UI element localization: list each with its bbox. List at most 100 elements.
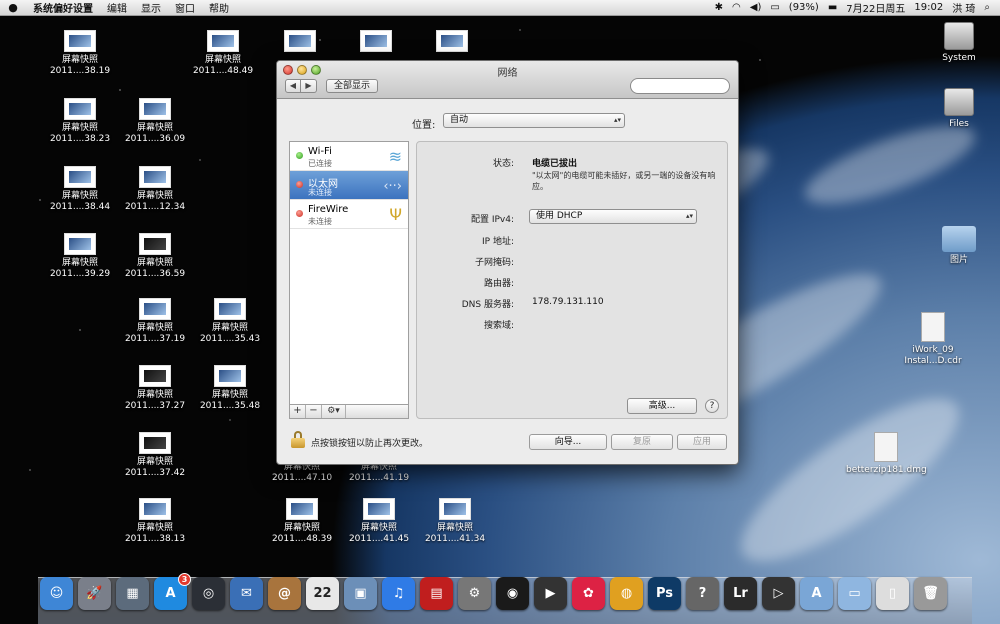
- service-firewire[interactable]: FireWire 未连接 Ψ: [290, 200, 408, 229]
- add-service-button[interactable]: +: [290, 405, 306, 418]
- dock-itunes-icon[interactable]: ♫: [382, 577, 415, 610]
- desktop-file-icon[interactable]: 屏幕快照 2011....37.19: [115, 298, 195, 345]
- menu-app-name[interactable]: 系统偏好设置: [26, 0, 100, 15]
- desktop-file-iwork[interactable]: iWork_09 Instal...D.cdr: [893, 312, 973, 367]
- dock-contacts-icon[interactable]: @: [268, 577, 301, 610]
- desktop-file-icon[interactable]: 屏幕快照 2011....37.27: [115, 365, 195, 412]
- service-name: Wi-Fi: [308, 146, 332, 157]
- desktop-file-icon[interactable]: 屏幕快照 2011....38.19: [40, 30, 120, 77]
- dock-system-preferences-icon[interactable]: ⚙: [458, 577, 491, 610]
- apple-menu-icon[interactable]: ●: [0, 1, 26, 14]
- lock-hint-text: 点按锁按钮以防止再次更改。: [311, 439, 429, 449]
- spotlight-icon[interactable]: ⌕: [984, 2, 990, 13]
- router-label: 路由器:: [483, 279, 514, 289]
- configure-ipv4-value: 使用 DHCP: [536, 211, 583, 221]
- desktop-file-icon[interactable]: [412, 30, 492, 55]
- dock-finder-icon[interactable]: ☺: [40, 577, 73, 610]
- dock-mission-control-icon[interactable]: ▦: [116, 577, 149, 610]
- desktop-file-icon[interactable]: 屏幕快照 2011....38.44: [40, 166, 120, 213]
- menu-date[interactable]: 7月22日周五: [846, 0, 905, 15]
- dock-safari-icon[interactable]: ◎: [192, 577, 225, 610]
- menu-window[interactable]: 窗口: [168, 0, 202, 15]
- desktop-file-icon[interactable]: 屏幕快照 2011....35.43: [190, 298, 270, 345]
- desktop-file-icon[interactable]: [260, 30, 340, 55]
- screenshot-thumbnail-icon: [139, 365, 171, 387]
- dock-documents-folder-icon[interactable]: ▭: [838, 577, 871, 610]
- dock-chrome-icon[interactable]: ◍: [610, 577, 643, 610]
- screenshot-thumbnail-icon: [64, 30, 96, 52]
- wifi-status-icon[interactable]: ◠: [732, 2, 741, 13]
- dock-document-stack-icon[interactable]: ▯: [876, 577, 909, 610]
- dock-picasa-icon[interactable]: ✿: [572, 577, 605, 610]
- lock-icon[interactable]: [291, 431, 305, 449]
- volume-icon[interactable]: ◀): [750, 2, 762, 13]
- menu-help[interactable]: 帮助: [202, 0, 236, 15]
- dock-qq-icon[interactable]: ◉: [496, 577, 529, 610]
- desktop-drive-files[interactable]: Files: [919, 88, 999, 130]
- forward-button[interactable]: ▶: [301, 79, 317, 93]
- desktop-file-icon[interactable]: 屏幕快照 2011....41.34: [415, 498, 495, 545]
- battery-icon[interactable]: ▭: [770, 2, 779, 13]
- desktop-file-icon[interactable]: 屏幕快照 2011....41.45: [339, 498, 419, 545]
- advanced-button[interactable]: 高级...: [627, 398, 697, 414]
- location-popup[interactable]: 自动 ▴▾: [443, 113, 625, 128]
- dock-lightroom-icon[interactable]: Lr: [724, 577, 757, 610]
- desktop-file-icon[interactable]: 屏幕快照 2011....47.10: [262, 462, 342, 484]
- service-status: 已连接: [308, 159, 332, 168]
- desktop-file-icon[interactable]: 屏幕快照 2011....48.49: [183, 30, 263, 77]
- dock-mail-icon[interactable]: ✉: [230, 577, 263, 610]
- dock-dvd-player-icon[interactable]: ▶: [534, 577, 567, 610]
- menu-user[interactable]: 洪 琦: [952, 0, 975, 15]
- dock-photos-icon[interactable]: ▣: [344, 577, 377, 610]
- revert-button[interactable]: 复原: [611, 434, 673, 450]
- desktop-folder-pictures[interactable]: 图片: [919, 226, 999, 266]
- desktop-file-icon[interactable]: 屏幕快照 2011....12.34: [115, 166, 195, 213]
- desktop-file-icon[interactable]: 屏幕快照 2011....36.59: [115, 233, 195, 280]
- window-titlebar[interactable]: 网络 ◀ ▶ 全部显示 ⌕: [277, 61, 738, 99]
- screenshot-thumbnail-icon: [439, 498, 471, 520]
- hard-drive-icon: [944, 22, 974, 50]
- desktop-drive-system[interactable]: System: [919, 22, 999, 64]
- desktop-file-icon[interactable]: 屏幕快照 2011....38.13: [115, 498, 195, 545]
- apply-button[interactable]: 应用: [677, 434, 727, 450]
- configure-ipv4-popup[interactable]: 使用 DHCP ▴▾: [529, 209, 697, 224]
- search-input[interactable]: [630, 78, 730, 94]
- window-title: 网络: [497, 68, 518, 79]
- desktop-file-betterzip[interactable]: betterzip181.dmg: [846, 432, 927, 476]
- dock-calendar-icon[interactable]: 22: [306, 577, 339, 610]
- menu-edit[interactable]: 编辑: [100, 0, 134, 15]
- desktop-file-icon[interactable]: 屏幕快照 2011....39.29: [40, 233, 120, 280]
- dock-trash-icon[interactable]: 🗑: [914, 577, 947, 610]
- dock-applications-folder-icon[interactable]: A: [800, 577, 833, 610]
- service-ethernet[interactable]: 以太网 未连接 ‹··›: [290, 171, 408, 200]
- back-button[interactable]: ◀: [285, 79, 301, 93]
- dock-unknown-app-icon[interactable]: ?: [686, 577, 719, 610]
- desktop-file-icon[interactable]: 屏幕快照 2011....48.39: [262, 498, 342, 545]
- desktop-file-icon[interactable]: 屏幕快照 2011....38.23: [40, 98, 120, 145]
- desktop-file-icon[interactable]: 屏幕快照 2011....35.48: [190, 365, 270, 412]
- input-source-flag-icon[interactable]: ▬: [828, 2, 837, 13]
- desktop-file-icon[interactable]: 屏幕快照 2011....41.19: [339, 462, 419, 484]
- dock-launchpad-icon[interactable]: 🚀: [78, 577, 111, 610]
- dock-app-store-icon[interactable]: A3: [154, 573, 191, 610]
- help-button[interactable]: ?: [705, 399, 719, 413]
- network-preferences-window: 网络 ◀ ▶ 全部显示 ⌕ 位置: 自动 ▴▾ Wi-Fi 已连接 ≋ 以太网 …: [276, 60, 739, 465]
- bluetooth-icon[interactable]: ✱: [715, 2, 723, 13]
- assist-me-button[interactable]: 向导...: [529, 434, 607, 450]
- desktop-file-icon[interactable]: 屏幕快照 2011....37.42: [115, 432, 195, 479]
- service-action-menu-button[interactable]: ⚙▾: [322, 405, 346, 418]
- menu-clock[interactable]: 19:02: [914, 2, 943, 13]
- location-row: 位置: 自动 ▴▾: [277, 113, 738, 131]
- remove-service-button[interactable]: −: [306, 405, 322, 418]
- desktop-file-icon[interactable]: 屏幕快照 2011....36.09: [115, 98, 195, 145]
- show-all-button[interactable]: 全部显示: [326, 79, 379, 93]
- dns-server-value: 178.79.131.110: [532, 297, 604, 307]
- notification-badge: 3: [178, 573, 191, 586]
- battery-percent[interactable]: (93%): [789, 2, 819, 13]
- desktop-file-icon[interactable]: [336, 30, 416, 55]
- dock-photoshop-icon[interactable]: Ps: [648, 577, 681, 610]
- dock-facetime-icon[interactable]: ▷: [762, 577, 795, 610]
- dock-photo-booth-icon[interactable]: ▤: [420, 577, 453, 610]
- menu-view[interactable]: 显示: [134, 0, 168, 15]
- service-wifi[interactable]: Wi-Fi 已连接 ≋: [290, 142, 408, 171]
